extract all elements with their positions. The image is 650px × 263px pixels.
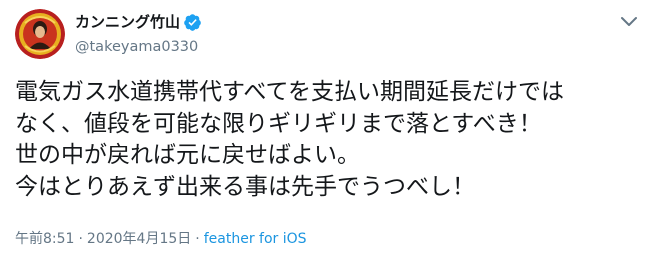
avatar-image xyxy=(15,9,65,59)
tweet-text-line: 今はとりあえず出来る事は先手でうつべし！ xyxy=(15,173,475,200)
tweet-date[interactable]: 2020年4月15日 xyxy=(87,231,191,247)
meta-separator: · xyxy=(195,231,200,247)
tweet-text-line: なく、値段を可能な限りギリギリまで落とすべき！ xyxy=(15,110,542,137)
tweet-text-line: 電気ガス水道携帯代すべてを支払い期間延長だけでは xyxy=(15,79,565,105)
tweet-card: カンニング竹山 @takeyama0330 電気ガス水道携帯代すべてを支払い期間… xyxy=(0,0,650,263)
tweet-time[interactable]: 午前8:51 xyxy=(15,231,74,247)
author-name-row[interactable]: カンニング竹山 xyxy=(75,12,202,32)
tweet-source-link[interactable]: feather for iOS xyxy=(204,231,307,247)
tweet-text: 電気ガス水道携帯代すべてを支払い期間延長だけでは なく、値段を可能な限りギリギリ… xyxy=(15,77,640,203)
meta-separator: · xyxy=(78,231,83,247)
chevron-down-icon[interactable] xyxy=(620,14,638,28)
profile-avatar-icon[interactable] xyxy=(15,9,65,59)
display-name[interactable]: カンニング竹山 xyxy=(75,12,180,32)
user-handle[interactable]: @takeyama0330 xyxy=(75,37,198,57)
tweet-metadata: 午前8:51 · 2020年4月15日 · feather for iOS xyxy=(15,229,307,249)
tweet-text-line: 世の中が戻れば元に戻せばよい。 xyxy=(15,142,360,168)
verified-badge-icon xyxy=(183,13,202,32)
